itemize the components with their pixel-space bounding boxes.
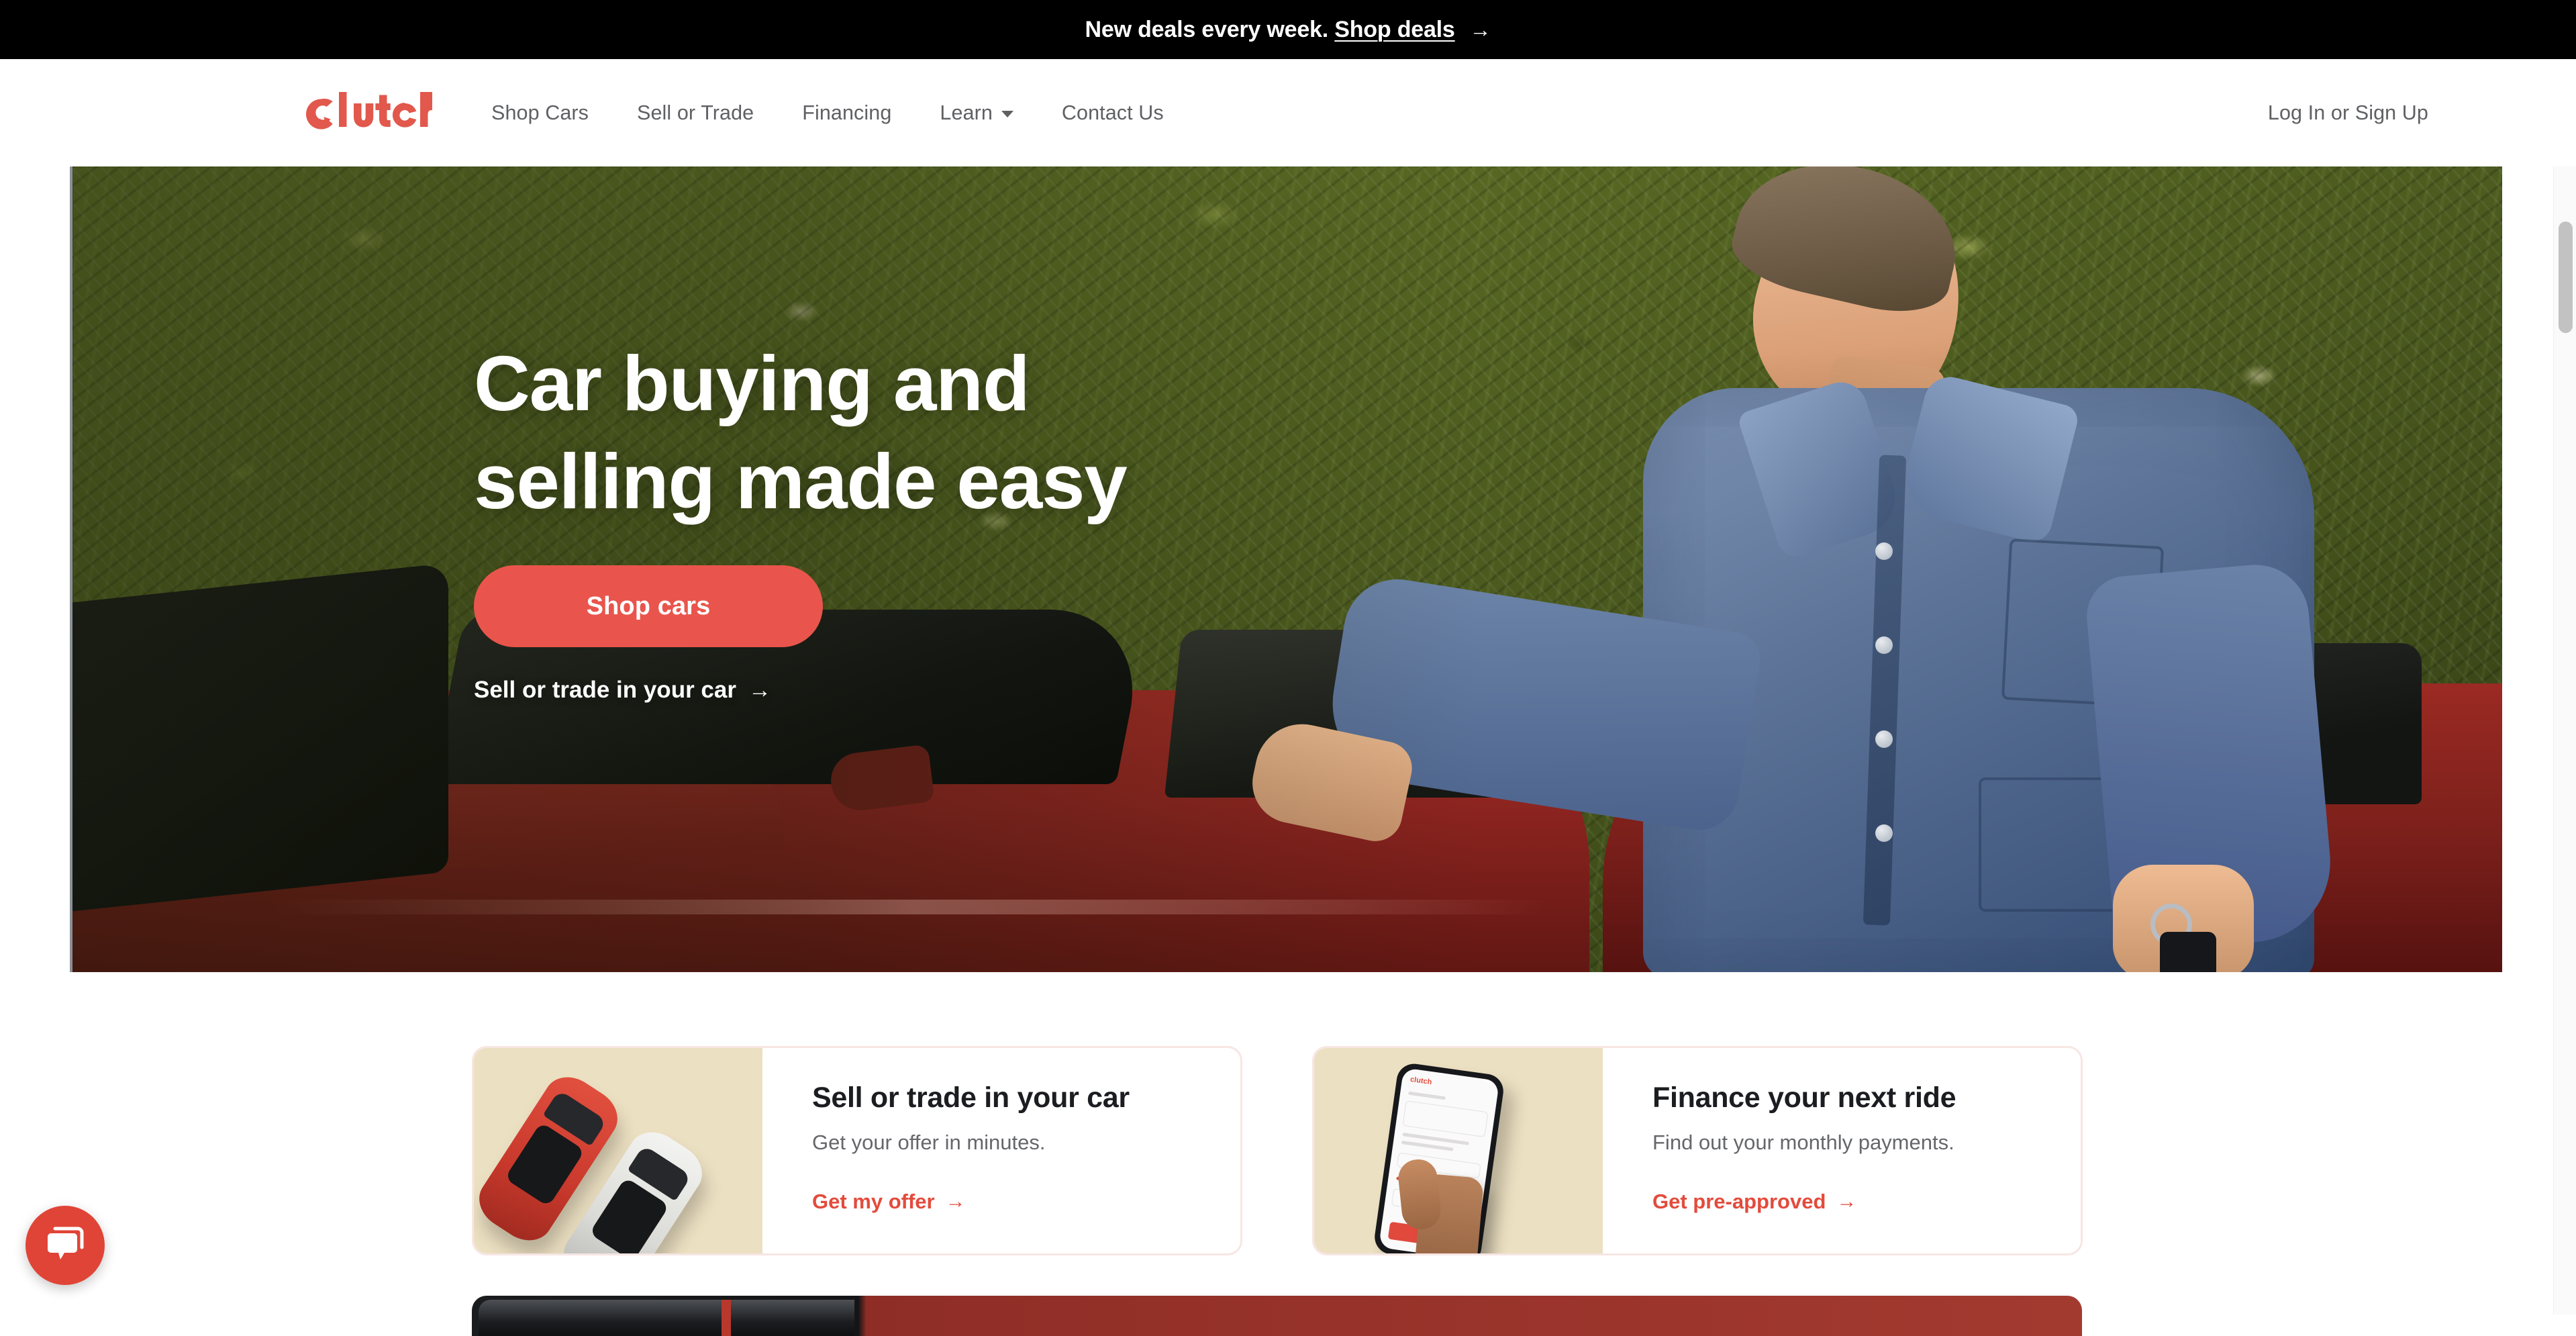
arrow-right-icon: → [1836, 1192, 1856, 1212]
card-link-label: Get my offer [812, 1190, 935, 1214]
card-title: Finance your next ride [1652, 1082, 2081, 1114]
arrow-right-icon: → [1470, 19, 1491, 40]
log-in-or-sign-up-link[interactable]: Log In or Sign Up [2268, 101, 2522, 125]
card-body: Finance your next ride Find out your mon… [1603, 1048, 2081, 1253]
peek-accent-stripe [722, 1300, 731, 1336]
hero-section: Car buying and selling made easy Shop ca… [70, 166, 2502, 972]
promo-card-sell-or-trade[interactable]: Sell or trade in your car Get your offer… [472, 1046, 1242, 1255]
promo-banner: New deals every week. Shop deals → [0, 0, 2576, 59]
card-image-hand-phone: clutch $456 [1314, 1048, 1603, 1253]
clutch-logo[interactable] [301, 92, 432, 134]
hero-overlay [72, 166, 2502, 972]
hero-title: Car buying and selling made easy [474, 334, 1127, 530]
arrow-right-icon: → [946, 1192, 966, 1212]
card-subtitle: Get your offer in minutes. [812, 1131, 1240, 1155]
chat-bubble-icon [44, 1226, 86, 1265]
card-link-label: Get pre-approved [1652, 1190, 1826, 1214]
sell-or-trade-link[interactable]: Sell or trade in your car → [474, 677, 1127, 704]
nav-item-sell-or-trade[interactable]: Sell or Trade [613, 101, 778, 125]
get-pre-approved-link[interactable]: Get pre-approved → [1652, 1190, 2081, 1214]
card-subtitle: Find out your monthly payments. [1652, 1131, 2081, 1155]
vertical-scrollbar[interactable] [2553, 166, 2576, 1315]
shop-cars-button[interactable]: Shop cars [474, 565, 823, 647]
card-title: Sell or trade in your car [812, 1082, 1240, 1114]
peek-car-image [479, 1300, 854, 1336]
arrow-right-icon: → [748, 679, 771, 702]
nav-label: Financing [802, 101, 891, 125]
nav-item-contact-us[interactable]: Contact Us [1038, 101, 1188, 125]
chat-widget-button[interactable] [26, 1206, 105, 1285]
chevron-down-icon [1001, 111, 1013, 117]
card-image-two-cars [474, 1048, 762, 1253]
phone-app-logo: clutch [1409, 1076, 1432, 1086]
sell-or-trade-label: Sell or trade in your car [474, 677, 736, 704]
promo-cards-row: Sell or trade in your car Get your offer… [472, 1046, 2576, 1255]
promo-banner-text: New deals every week. [1085, 17, 1335, 43]
get-my-offer-link[interactable]: Get my offer → [812, 1190, 1240, 1214]
next-section-peek [472, 1296, 2082, 1336]
nav-label: Learn [940, 101, 993, 125]
promo-card-financing[interactable]: clutch $456 [1312, 1046, 2083, 1255]
nav-item-shop-cars[interactable]: Shop Cars [491, 101, 613, 125]
nav-label: Contact Us [1062, 101, 1164, 125]
hand-holding-phone-illustration: clutch $456 [1361, 1061, 1556, 1253]
card-body: Sell or trade in your car Get your offer… [762, 1048, 1240, 1253]
shop-deals-link[interactable]: Shop deals [1334, 17, 1454, 43]
nav-label: Shop Cars [491, 101, 589, 125]
scrollbar-thumb[interactable] [2559, 222, 2573, 333]
site-header: Shop Cars Sell or Trade Financing Learn … [0, 59, 2576, 166]
main-navigation: Shop Cars Sell or Trade Financing Learn … [491, 101, 1188, 125]
hero-content: Car buying and selling made easy Shop ca… [474, 334, 1127, 704]
clutch-logo-icon [301, 92, 432, 134]
nav-item-learn[interactable]: Learn [915, 101, 1038, 125]
nav-label: Sell or Trade [637, 101, 754, 125]
nav-item-financing[interactable]: Financing [778, 101, 915, 125]
